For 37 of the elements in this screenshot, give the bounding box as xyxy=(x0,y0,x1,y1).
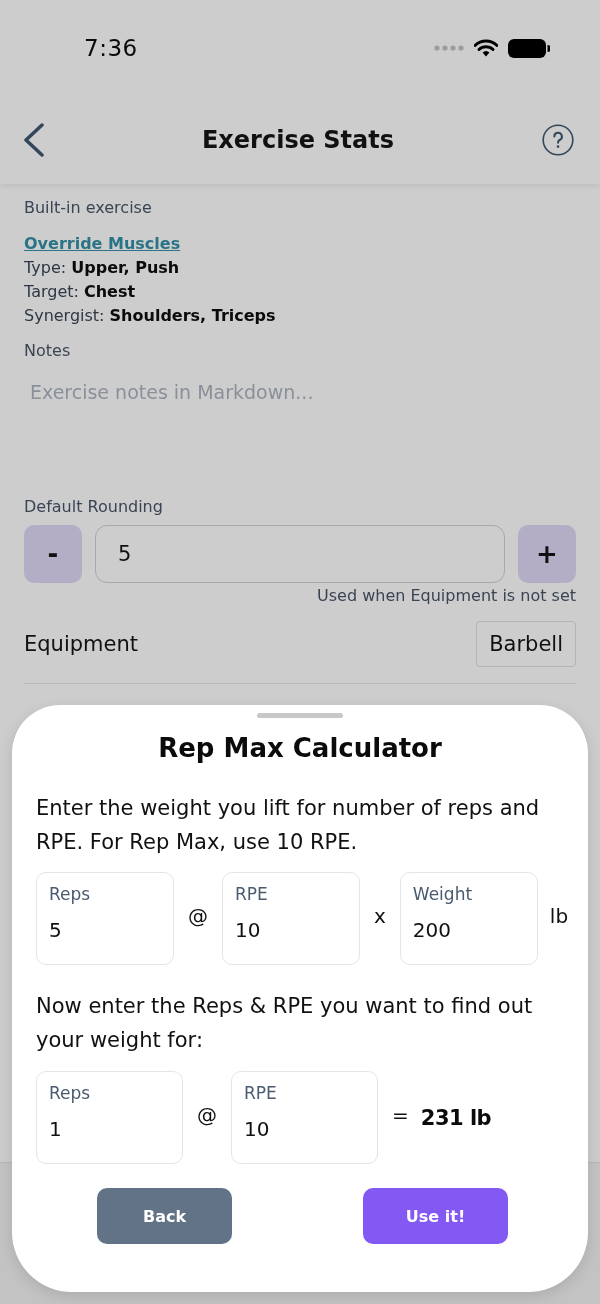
equipment-button[interactable]: Barbell xyxy=(476,621,576,667)
drag-handle[interactable] xyxy=(257,713,343,718)
operator-symbol: x xyxy=(374,903,386,928)
number-field[interactable]: RPE 10 xyxy=(231,1071,378,1164)
screen-title: Exercise Stats xyxy=(201,126,395,154)
muscle-info-text: Target: Chest xyxy=(24,281,137,303)
sheet-title: Rep Max Calculator xyxy=(158,732,442,765)
rounding-field[interactable]: 5 xyxy=(95,525,505,583)
number-field[interactable]: RPE 10 xyxy=(222,872,360,965)
back-chevron-icon[interactable] xyxy=(22,123,46,157)
battery-icon xyxy=(508,38,550,58)
back-button[interactable]: Back xyxy=(97,1188,232,1244)
operator-symbol: @ xyxy=(188,903,208,928)
instruction-text: Enter the weight you lift for number of reps and RPE. For Rep Max, use 10 RPE. xyxy=(36,795,541,856)
muscle-info-text: Synergist: Shoulders, Triceps xyxy=(24,305,277,327)
muscle-info-text: Type: Upper, Push xyxy=(24,257,181,279)
number-field[interactable]: Weight 200 xyxy=(399,872,538,965)
decrement-button[interactable]: - xyxy=(24,525,82,583)
signal-dots-icon xyxy=(434,45,464,51)
use-it-button[interactable]: Use it! xyxy=(363,1188,508,1244)
rounding-hint: Used when Equipment is not set xyxy=(316,585,576,607)
unit-label: lb xyxy=(549,903,569,928)
equipment-label: Equipment xyxy=(24,632,138,656)
instruction-text: Now enter the Reps & RPE you want to find out your weight for: xyxy=(36,993,534,1054)
increment-button[interactable]: + xyxy=(518,525,576,583)
operator-symbol: = xyxy=(392,1102,409,1127)
number-field[interactable]: Reps 5 xyxy=(36,872,174,965)
exercise-subtitle: Built-in exercise xyxy=(24,197,153,219)
operator-symbol: @ xyxy=(197,1102,217,1127)
notes-label: Notes xyxy=(24,340,72,362)
status-time: 7:36 xyxy=(84,35,138,61)
wifi-icon xyxy=(474,39,498,57)
number-field[interactable]: Reps 1 xyxy=(36,1071,183,1164)
rounding-label: Default Rounding xyxy=(24,496,164,518)
notes-field[interactable]: Exercise notes in Markdown... xyxy=(24,371,576,471)
help-icon[interactable] xyxy=(542,124,574,156)
result-value: 231 lb xyxy=(420,1105,492,1130)
